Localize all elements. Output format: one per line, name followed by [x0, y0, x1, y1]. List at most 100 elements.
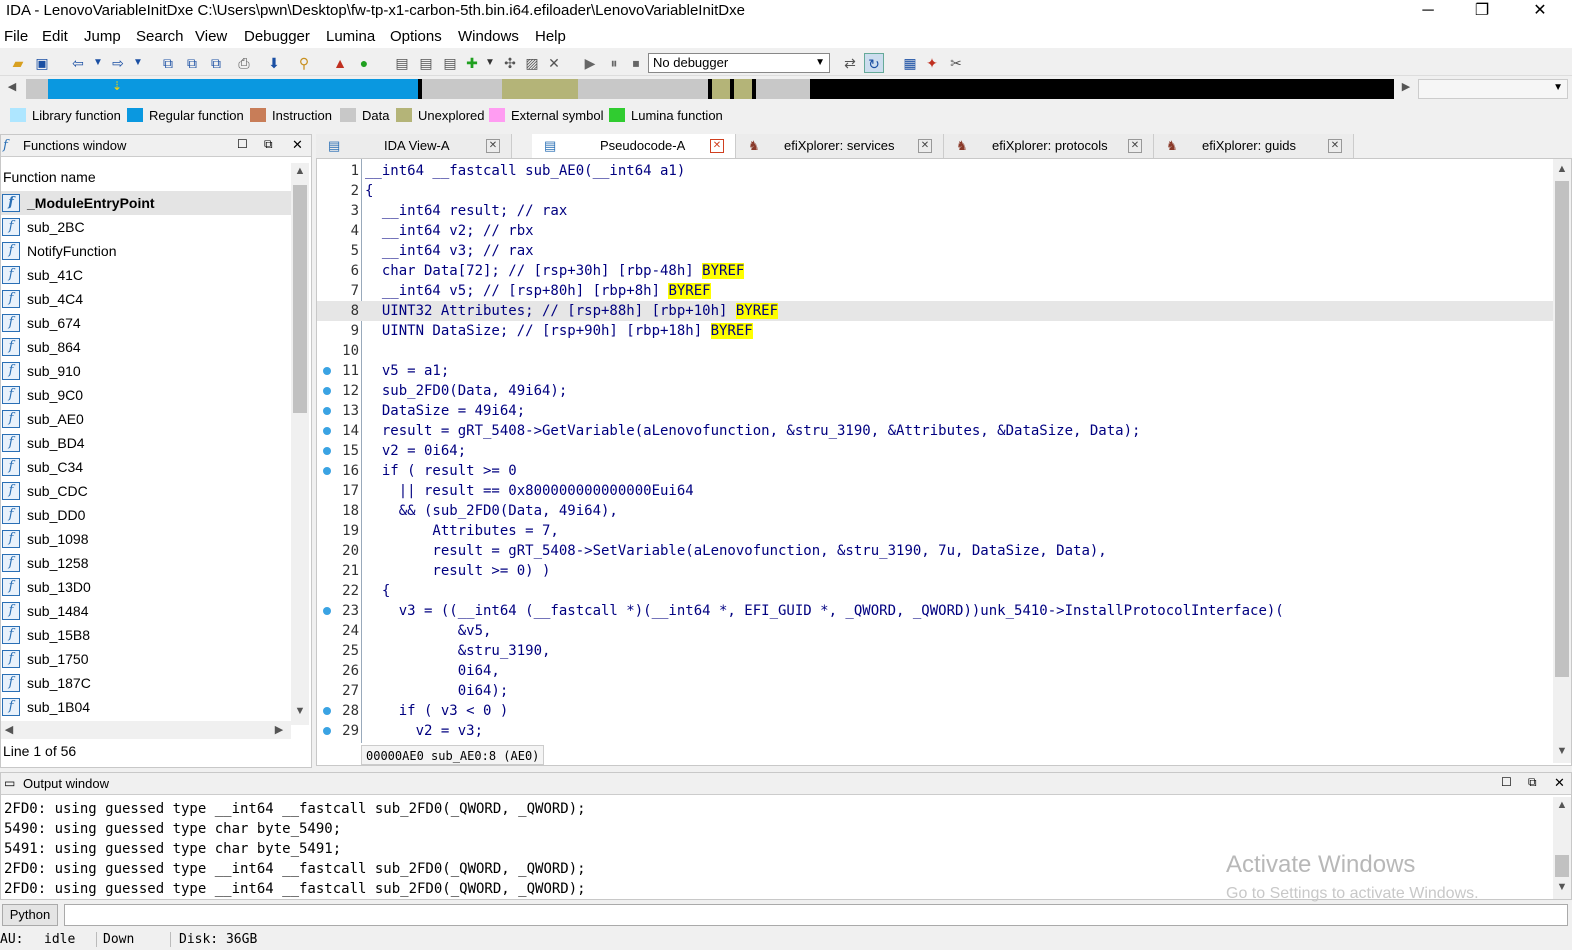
code-line[interactable]: 22 { — [317, 581, 1553, 601]
code-line[interactable]: 12 sub_2FD0(Data, 49i64); — [317, 381, 1553, 401]
code-line[interactable]: 26 0i64, — [317, 661, 1553, 681]
pause-icon[interactable]: ⏸ — [604, 53, 624, 73]
user-icon[interactable]: ⚲ — [294, 53, 314, 73]
functions-scrollbar[interactable]: ▲ ▼ — [291, 163, 309, 725]
add-dropdown-icon[interactable]: ▼ — [480, 53, 500, 73]
code-line[interactable]: 8 UINT32 Attributes; // [rsp+88h] [rbp+1… — [317, 301, 1553, 321]
code-line[interactable]: 4 __int64 v2; // rbx — [317, 221, 1553, 241]
tools-icon[interactable]: ✂ — [946, 53, 966, 73]
code-line[interactable]: 9 UINTN DataSize; // [rsp+90h] [rbp+18h]… — [317, 321, 1553, 341]
scroll-down-icon[interactable]: ▼ — [1554, 881, 1570, 893]
function-list-item[interactable]: f sub_1098 — [1, 527, 291, 551]
function-list-item[interactable]: f sub_1258 — [1, 551, 291, 575]
menu-edit[interactable]: Edit — [42, 28, 68, 45]
functions-hscrollbar[interactable]: ◀ ▶ — [1, 721, 291, 739]
code-line[interactable]: 29 v2 = v3; — [317, 721, 1553, 741]
nav-right-arrow-icon[interactable]: ▶ — [1398, 80, 1414, 93]
function-list-item[interactable]: f sub_DD0 — [1, 503, 291, 527]
function-name-column-header[interactable]: Function name — [1, 165, 291, 189]
code-line[interactable]: 23 v3 = ((__int64 (__fastcall *)(__int64… — [317, 601, 1553, 621]
tab-pseudocode-a[interactable]: ▤ Pseudocode-A ✕ — [532, 134, 736, 158]
tab-efixplorer-protocols[interactable]: ♞ efiXplorer: protocols ✕ — [944, 134, 1154, 158]
code-scrollbar[interactable]: ▲ ▼ — [1553, 159, 1571, 763]
menu-file[interactable]: File — [4, 28, 28, 45]
segment-icon[interactable]: ▤ — [392, 53, 412, 73]
print-icon[interactable]: ⎙ — [234, 53, 254, 73]
code-line[interactable]: 19 Attributes = 7, — [317, 521, 1553, 541]
scroll-down-icon[interactable]: ▼ — [292, 705, 308, 717]
function-list-item[interactable]: f sub_2BC — [1, 215, 291, 239]
menu-jump[interactable]: Jump — [84, 28, 121, 45]
close-pane-icon[interactable]: ✕ — [292, 137, 303, 153]
function-list-item[interactable]: f sub_1750 — [1, 647, 291, 671]
code-line[interactable]: 25 &stru_3190, — [317, 641, 1553, 661]
sync-icon[interactable]: ↻ — [864, 53, 884, 73]
tab-ida-view-a[interactable]: ▤ IDA View-A ✕ — [316, 134, 512, 158]
menu-windows[interactable]: Windows — [458, 28, 519, 45]
function-list-item[interactable]: f sub_4C4 — [1, 287, 291, 311]
tab-close-icon[interactable]: ✕ — [1328, 139, 1342, 153]
function-list-item[interactable]: f sub_674 — [1, 311, 291, 335]
patch-icon[interactable]: ✣ — [500, 53, 520, 73]
segment-add-icon[interactable]: ▤ — [416, 53, 436, 73]
code-line[interactable]: 7 __int64 v5; // [rsp+80h] [rbp+8h] BYRE… — [317, 281, 1553, 301]
command-input[interactable] — [64, 904, 1568, 926]
menu-debugger[interactable]: Debugger — [244, 28, 310, 45]
output-scrollbar[interactable]: ▲ ▼ — [1553, 797, 1571, 899]
dock-window-icon[interactable]: ⧉ — [264, 137, 273, 152]
python-language-button[interactable]: Python — [2, 904, 58, 926]
play-icon[interactable]: ▶ — [580, 53, 600, 73]
function-list-item[interactable]: f sub_910 — [1, 359, 291, 383]
dock-window-icon[interactable]: ⧉ — [1528, 775, 1537, 790]
scrollbar-thumb[interactable] — [1555, 855, 1569, 877]
debugger-select[interactable]: No debugger ▼ — [648, 53, 830, 73]
function-list-item[interactable]: f _ModuleEntryPoint — [1, 191, 291, 215]
back-dropdown-icon[interactable]: ▼ — [88, 53, 108, 73]
function-list-item[interactable]: f sub_187C — [1, 671, 291, 695]
tab-close-icon[interactable]: ✕ — [710, 139, 724, 153]
scroll-down-icon[interactable]: ▼ — [1554, 745, 1570, 757]
text-search-icon[interactable]: ⧉ — [182, 53, 202, 73]
menu-options[interactable]: Options — [390, 28, 442, 45]
scroll-up-icon[interactable]: ▲ — [1554, 163, 1570, 175]
code-line[interactable]: 13 DataSize = 49i64; — [317, 401, 1553, 421]
code-line[interactable]: 3 __int64 result; // rax — [317, 201, 1553, 221]
float-window-icon[interactable]: ☐ — [1501, 775, 1512, 789]
function-list-item[interactable]: f sub_C34 — [1, 455, 291, 479]
plugin-icon[interactable]: ✦ — [922, 53, 942, 73]
function-list-item[interactable]: f sub_9C0 — [1, 383, 291, 407]
menu-view[interactable]: View — [195, 28, 227, 45]
scroll-up-icon[interactable]: ▲ — [1554, 799, 1570, 811]
scroll-left-icon[interactable]: ◀ — [1, 723, 17, 736]
maximize-button[interactable]: ❐ — [1458, 0, 1506, 24]
pseudocode-listing[interactable]: 1 __int64 __fastcall sub_AE0(__int64 a1) 2… — [317, 161, 1553, 745]
menu-search[interactable]: Search — [136, 28, 184, 45]
down-arrow-icon[interactable]: ⬇ — [264, 53, 284, 73]
code-line[interactable]: 11 v5 = a1; — [317, 361, 1553, 381]
stop-icon[interactable]: ⏹ — [626, 53, 646, 73]
forward-arrow-icon[interactable]: ⇨ — [108, 53, 128, 73]
scrollbar-thumb[interactable] — [293, 185, 307, 413]
tab-close-icon[interactable]: ✕ — [1128, 139, 1142, 153]
open-folder-icon[interactable]: ▰ — [8, 53, 28, 73]
forward-dropdown-icon[interactable]: ▼ — [128, 53, 148, 73]
binary-search-icon[interactable]: ⧉ — [158, 53, 178, 73]
tab-close-icon[interactable]: ✕ — [486, 139, 500, 153]
scroll-right-icon[interactable]: ▶ — [271, 723, 287, 736]
nav-selector[interactable]: ▼ — [1418, 79, 1568, 99]
delete-icon[interactable]: ✕ — [544, 53, 564, 73]
code-line[interactable]: 20 result = gRT_5408->SetVariable(aLenov… — [317, 541, 1553, 561]
back-arrow-icon[interactable]: ⇦ — [68, 53, 88, 73]
code-line[interactable]: 24 &v5, — [317, 621, 1553, 641]
code-line[interactable]: 28 if ( v3 < 0 ) — [317, 701, 1553, 721]
function-list-item[interactable]: f sub_13D0 — [1, 575, 291, 599]
tab-efixplorer-services[interactable]: ♞ efiXplorer: services ✕ — [736, 134, 944, 158]
code-line[interactable]: 18 && (sub_2FD0(Data, 49i64), — [317, 501, 1553, 521]
function-list-item[interactable]: f sub_BD4 — [1, 431, 291, 455]
menu-lumina[interactable]: Lumina — [326, 28, 375, 45]
code-line[interactable]: 21 result >= 0) ) — [317, 561, 1553, 581]
menu-help[interactable]: Help — [535, 28, 566, 45]
segment-edit-icon[interactable]: ▤ — [440, 53, 460, 73]
function-list-item[interactable]: f NotifyFunction — [1, 239, 291, 263]
function-list-item[interactable]: f sub_1B04 — [1, 695, 291, 719]
